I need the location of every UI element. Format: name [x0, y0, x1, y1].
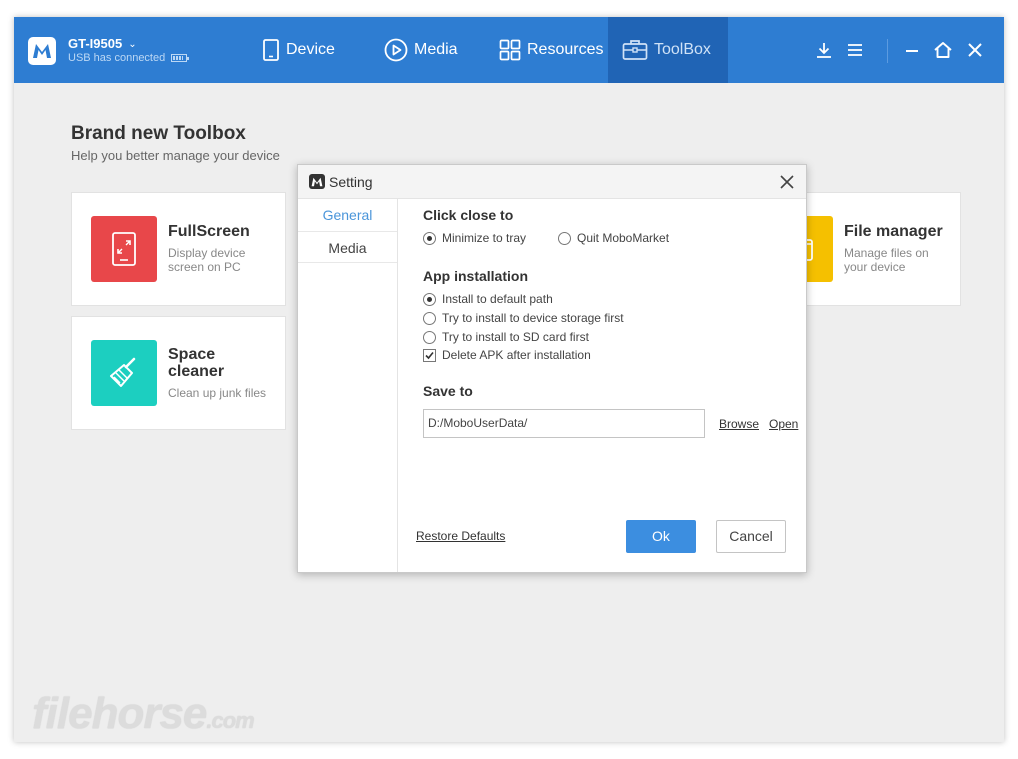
tab-device-label: Device [286, 41, 335, 58]
section-title: Save to [423, 383, 473, 399]
dialog-title: Setting [329, 174, 373, 190]
card-space-cleaner[interactable]: Space cleaner Clean up junk files [71, 316, 286, 430]
watermark-suffix: .com [206, 708, 254, 733]
toolbox-icon [622, 40, 648, 60]
radio-button[interactable] [558, 231, 571, 245]
watermark: filehorse.com [32, 689, 255, 739]
open-link[interactable]: Open [769, 417, 798, 431]
fullscreen-icon [91, 216, 157, 282]
grid-icon [499, 39, 521, 61]
page-title: Brand new Toolbox [71, 123, 246, 144]
app-window: GT-I9505 ⌄ USB has connected Device Media… [14, 17, 1004, 742]
tab-resources[interactable]: Resources [485, 17, 617, 83]
radio-button[interactable] [423, 292, 436, 306]
restore-defaults-link[interactable]: Restore Defaults [416, 529, 505, 543]
close-icon[interactable] [779, 174, 795, 190]
tab-toolbox-label: ToolBox [654, 41, 711, 58]
settings-dialog: Setting General Media Click close to Min… [297, 164, 807, 573]
radio-button[interactable] [423, 330, 436, 344]
tab-device[interactable]: Device [248, 17, 349, 83]
checkbox-delete-apk[interactable]: Delete APK after installation [423, 348, 591, 362]
section-title: App installation [423, 268, 528, 284]
option-label: Install to default path [442, 292, 553, 306]
radio-install-device-storage[interactable]: Try to install to device storage first [423, 311, 624, 325]
section-title: Click close to [423, 207, 514, 223]
play-icon [384, 38, 408, 62]
option-label: Try to install to SD card first [442, 330, 589, 344]
home-icon[interactable] [932, 39, 954, 61]
device-status: USB has connected [68, 52, 190, 64]
checkmark-icon [425, 351, 434, 359]
card-desc: Display device [168, 246, 246, 260]
device-status-text: USB has connected [68, 52, 166, 64]
radio-button[interactable] [423, 231, 436, 245]
card-title: Space [168, 346, 216, 363]
close-icon[interactable] [964, 39, 986, 61]
tab-media[interactable]: Media [370, 17, 472, 83]
app-logo [28, 37, 56, 65]
card-desc: Manage files on [844, 246, 929, 260]
sidebar-item-media[interactable]: Media [298, 231, 397, 263]
option-label: Try to install to device storage first [442, 311, 624, 325]
card-title: cleaner [168, 363, 225, 380]
sidebar-item-general[interactable]: General [298, 199, 397, 231]
option-label: Minimize to tray [442, 231, 527, 245]
chevron-down-icon: ⌄ [128, 39, 137, 50]
titlebar-divider [887, 39, 888, 63]
ok-button[interactable]: Ok [626, 520, 696, 553]
card-desc: screen on PC [168, 260, 241, 274]
option-label: Delete APK after installation [442, 348, 591, 362]
dialog-header: Setting [298, 165, 806, 199]
phone-icon [263, 39, 279, 61]
title-bar: GT-I9505 ⌄ USB has connected Device Media… [14, 17, 1004, 83]
tab-toolbox[interactable]: ToolBox [608, 17, 728, 83]
download-icon[interactable] [813, 39, 835, 61]
card-desc: your device [844, 260, 906, 274]
menu-icon[interactable] [844, 39, 866, 61]
radio-quit-mobomarket[interactable]: Quit MoboMarket [558, 231, 669, 245]
minimize-icon[interactable] [901, 39, 923, 61]
app-logo-icon [309, 174, 325, 189]
browse-link[interactable]: Browse [719, 417, 759, 431]
page-subtitle: Help you better manage your device [71, 148, 280, 163]
card-fullscreen[interactable]: FullScreen Display device screen on PC [71, 192, 286, 306]
card-title: FullScreen [168, 223, 250, 240]
watermark-text: filehorse [32, 689, 207, 738]
option-label: Quit MoboMarket [577, 231, 670, 245]
card-title: File manager [844, 223, 943, 240]
broom-icon [91, 340, 157, 406]
tab-media-label: Media [414, 41, 458, 58]
tab-resources-label: Resources [527, 41, 604, 58]
checkbox[interactable] [423, 348, 436, 362]
save-path-input[interactable]: D:/MoboUserData/ [423, 409, 705, 438]
battery-icon [171, 54, 190, 62]
card-desc: Clean up junk files [168, 386, 267, 400]
settings-sidebar: General Media [298, 199, 398, 572]
cancel-button[interactable]: Cancel [716, 520, 786, 553]
device-name: GT-I9505 [68, 36, 123, 51]
device-selector[interactable]: GT-I9505 ⌄ [68, 36, 137, 51]
radio-install-sd-card[interactable]: Try to install to SD card first [423, 330, 589, 344]
radio-minimize-to-tray[interactable]: Minimize to tray [423, 231, 526, 245]
radio-install-default-path[interactable]: Install to default path [423, 292, 553, 306]
radio-button[interactable] [423, 311, 436, 325]
